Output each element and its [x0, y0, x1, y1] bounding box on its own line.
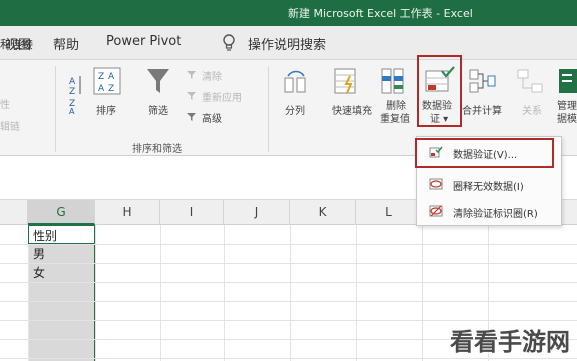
sort-button-label[interactable]: 排序 [96, 102, 116, 117]
flash-fill-icon[interactable] [332, 66, 360, 96]
tab-power-pivot[interactable]: Power Pivot [106, 34, 181, 49]
clear-filter-icon[interactable] [186, 69, 198, 81]
tab-view[interactable]: 视图 [5, 34, 31, 53]
data-validation-dropdown: 数据验证(V)... 圈释无效数据(I) 清除验证标识圈(R) [415, 136, 562, 226]
clear-circles-icon [429, 205, 443, 217]
reapply-filter-icon[interactable] [186, 90, 198, 102]
window-title: 新建 Microsoft Excel 工作表 - Excel [288, 7, 473, 20]
svg-text:A: A [69, 107, 75, 114]
manage-data-model-label-2[interactable]: 据模 [557, 110, 577, 125]
circle-invalid-icon [429, 178, 443, 190]
consolidate-icon[interactable] [468, 66, 496, 96]
validation-highlight-box [417, 55, 462, 127]
menu-item-circle-invalid-label: 圈释无效数据(I) [453, 182, 524, 193]
column-header-g[interactable]: G [28, 200, 95, 225]
watermark: 看看手游网 [450, 328, 570, 356]
menu-item-clear-circles[interactable]: 清除验证标识圈(R) [417, 200, 561, 224]
remove-duplicates-label-2[interactable]: 重复值 [380, 110, 410, 125]
remove-duplicates-icon[interactable] [379, 66, 407, 96]
text-to-columns-label[interactable]: 分列 [285, 102, 305, 117]
svg-text:Z: Z [69, 87, 75, 97]
filter-funnel-icon[interactable] [145, 66, 171, 96]
svg-text:A: A [108, 72, 115, 82]
column-header-k[interactable]: K [290, 200, 356, 225]
ribbon-divider [55, 66, 56, 152]
column-header-h[interactable]: H [95, 200, 160, 225]
relationships-icon[interactable] [516, 66, 544, 96]
advanced-filter-label[interactable]: 高级 [202, 110, 222, 125]
tell-me-search[interactable]: 操作说明搜索 [248, 34, 326, 53]
title-bar: 新建 Microsoft Excel 工作表 - Excel [0, 0, 577, 26]
menu-bar: 和连接 视图 帮助 Power Pivot 操作说明搜索 [0, 26, 577, 60]
sort-dialog-icon[interactable]: Z A A Z [92, 66, 122, 96]
relationships-label[interactable]: 关系 [522, 102, 542, 117]
svg-text:A: A [98, 84, 105, 94]
svg-text:Z: Z [108, 84, 114, 94]
svg-text:A: A [69, 77, 76, 87]
consolidate-label[interactable]: 合并计算 [462, 102, 502, 117]
ribbon-fragment-properties: 性 [0, 100, 10, 111]
advanced-filter-icon[interactable] [186, 111, 198, 123]
svg-text:Z: Z [98, 72, 104, 82]
cell-g2[interactable]: 男 [33, 245, 45, 262]
clear-filter-label[interactable]: 清除 [202, 68, 222, 83]
cell-g3[interactable]: 女 [33, 264, 45, 281]
ribbon-fragment-edit-links: 辑链 [0, 122, 20, 133]
lightbulb-icon[interactable] [222, 34, 236, 52]
menu-item-highlight-box [415, 138, 554, 168]
column-header-j[interactable]: J [224, 200, 290, 225]
flash-fill-label[interactable]: 快速填充 [332, 102, 372, 117]
data-model-icon[interactable] [557, 66, 577, 96]
ribbon-divider [268, 66, 269, 152]
sort-ascending-icon[interactable]: A Z Z A [68, 72, 84, 114]
text-to-columns-icon[interactable] [282, 68, 310, 96]
tab-help[interactable]: 帮助 [53, 34, 79, 53]
menu-item-clear-circles-label: 清除验证标识圈(R) [453, 209, 538, 220]
reapply-filter-label[interactable]: 重新应用 [202, 89, 242, 104]
column-header-l[interactable]: L [356, 200, 422, 225]
menu-item-circle-invalid[interactable]: 圈释无效数据(I) [417, 173, 561, 197]
filter-button-label[interactable]: 筛选 [148, 102, 168, 117]
column-header-i[interactable]: I [160, 200, 224, 225]
column-header-partial[interactable] [0, 200, 28, 225]
cell-g1[interactable]: 性别 [33, 227, 57, 244]
sort-filter-group-label: 排序和筛选 [132, 144, 182, 155]
